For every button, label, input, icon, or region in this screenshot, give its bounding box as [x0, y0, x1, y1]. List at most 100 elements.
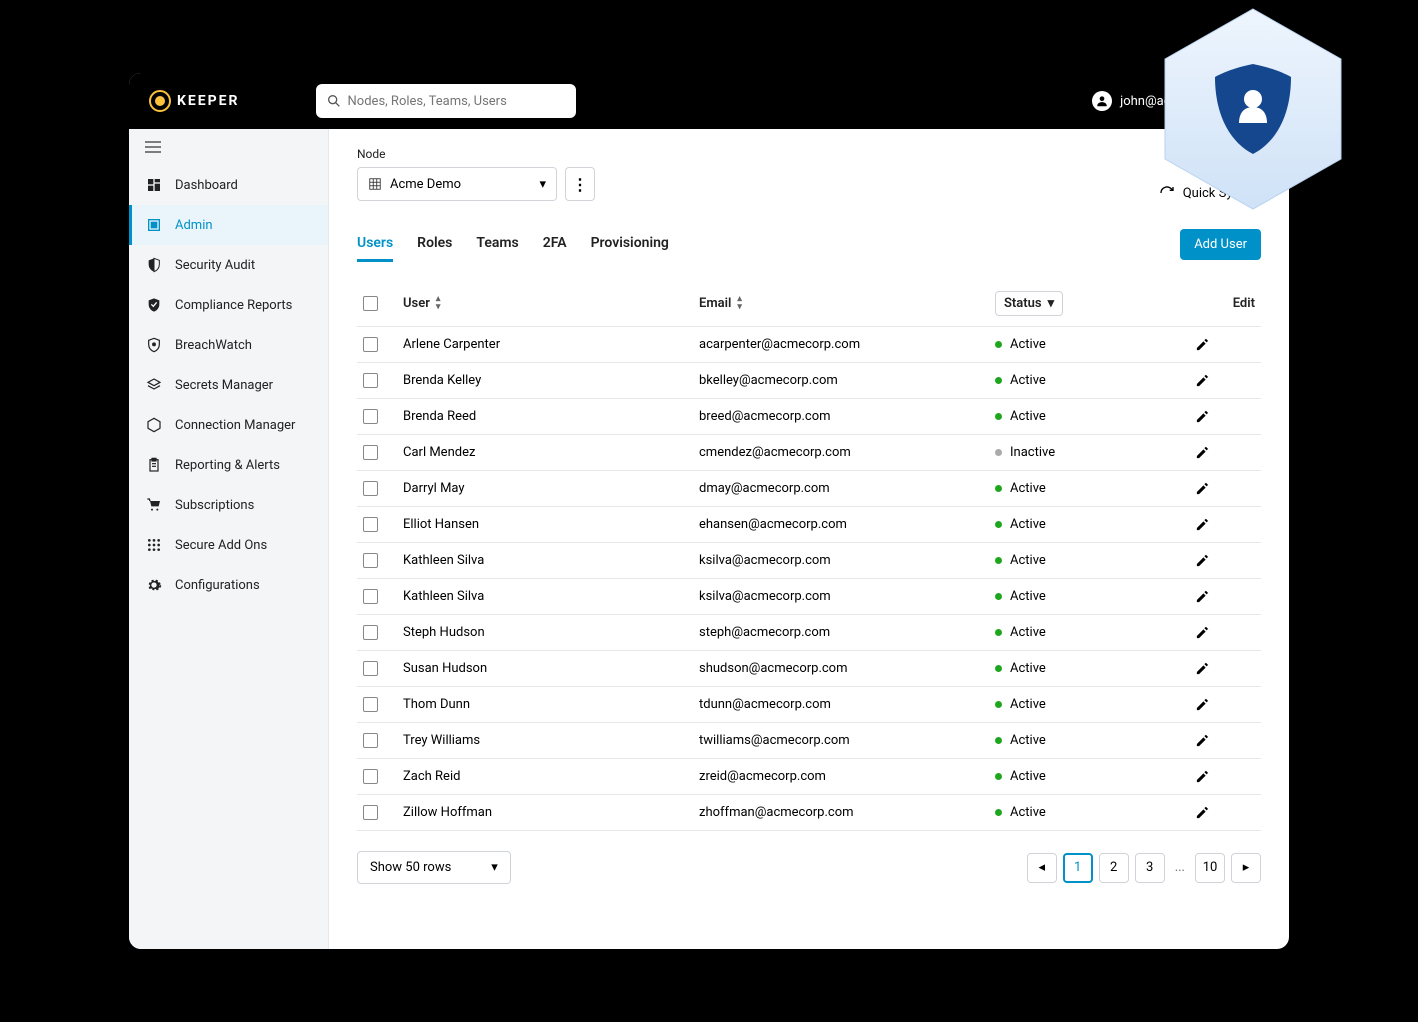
- edit-row-button[interactable]: [1195, 769, 1255, 784]
- rows-per-page-select[interactable]: Show 50 rows ▾: [357, 851, 511, 884]
- row-checkbox[interactable]: [363, 553, 378, 568]
- sidebar-item-reporting-alerts[interactable]: Reporting & Alerts: [129, 445, 328, 485]
- admin-icon: [145, 217, 163, 233]
- edit-row-button[interactable]: [1195, 481, 1255, 496]
- sidebar-item-subscriptions[interactable]: Subscriptions: [129, 485, 328, 525]
- row-checkbox[interactable]: [363, 517, 378, 532]
- cell-status: Active: [995, 373, 1195, 388]
- row-checkbox[interactable]: [363, 589, 378, 604]
- sidebar-item-breachwatch[interactable]: BreachWatch: [129, 325, 328, 365]
- search-input[interactable]: [348, 94, 566, 109]
- table-row: Zach Reidzreid@acmecorp.comActive: [357, 759, 1261, 795]
- node-select[interactable]: Acme Demo ▾: [357, 167, 557, 201]
- row-checkbox[interactable]: [363, 373, 378, 388]
- sort-icon: ▴▾: [737, 296, 742, 310]
- cell-email: zhoffman@acmecorp.com: [699, 805, 995, 820]
- table-row: Kathleen Silvaksilva@acmecorp.comActive: [357, 579, 1261, 615]
- cell-status: Active: [995, 517, 1195, 532]
- row-checkbox[interactable]: [363, 769, 378, 784]
- edit-row-button[interactable]: [1195, 589, 1255, 604]
- tab-provisioning[interactable]: Provisioning: [591, 227, 669, 262]
- page-button-10[interactable]: 10: [1195, 853, 1225, 883]
- cell-user: Carl Mendez: [403, 445, 699, 460]
- sidebar-item-security-audit[interactable]: Security Audit: [129, 245, 328, 285]
- tab-users[interactable]: Users: [357, 227, 393, 262]
- status-dot-icon: [995, 557, 1002, 564]
- page-button-2[interactable]: 2: [1099, 853, 1129, 883]
- row-checkbox[interactable]: [363, 661, 378, 676]
- tab-roles[interactable]: Roles: [417, 227, 452, 262]
- edit-row-button[interactable]: [1195, 445, 1255, 460]
- sidebar-item-label: Security Audit: [175, 258, 255, 273]
- row-checkbox[interactable]: [363, 445, 378, 460]
- cell-user: Thom Dunn: [403, 697, 699, 712]
- cell-user: Brenda Kelley: [403, 373, 699, 388]
- sidebar-item-connection-manager[interactable]: Connection Manager: [129, 405, 328, 445]
- row-checkbox[interactable]: [363, 733, 378, 748]
- status-dot-icon: [995, 341, 1002, 348]
- main-content: Node Acme Demo ▾ ⋮: [329, 129, 1289, 949]
- grid-icon: [145, 537, 163, 553]
- search-icon: [326, 93, 342, 109]
- edit-row-button[interactable]: [1195, 517, 1255, 532]
- cart-icon: [145, 497, 163, 513]
- table-row: Zillow Hoffmanzhoffman@acmecorp.comActiv…: [357, 795, 1261, 831]
- pencil-icon: [1195, 445, 1255, 460]
- edit-row-button[interactable]: [1195, 625, 1255, 640]
- account-menu[interactable]: john@acme-demo.com ▾: [1092, 91, 1269, 111]
- sidebar-item-configurations[interactable]: Configurations: [129, 565, 328, 605]
- col-user[interactable]: User ▴▾: [403, 296, 699, 311]
- col-email[interactable]: Email ▴▾: [699, 296, 995, 311]
- select-all-checkbox[interactable]: [363, 296, 378, 311]
- cell-email: steph@acmecorp.com: [699, 625, 995, 640]
- edit-row-button[interactable]: [1195, 373, 1255, 388]
- hex-icon: [145, 417, 163, 433]
- status-dot-icon: [995, 665, 1002, 672]
- sidebar-item-compliance-reports[interactable]: Compliance Reports: [129, 285, 328, 325]
- row-checkbox[interactable]: [363, 697, 378, 712]
- node-options-button[interactable]: ⋮: [565, 167, 595, 201]
- page-next-button[interactable]: ▸: [1231, 853, 1261, 883]
- pencil-icon: [1195, 409, 1255, 424]
- edit-row-button[interactable]: [1195, 805, 1255, 820]
- status-dot-icon: [995, 629, 1002, 636]
- pencil-icon: [1195, 769, 1255, 784]
- page-prev-button[interactable]: ◂: [1027, 853, 1057, 883]
- page-button-1[interactable]: 1: [1063, 853, 1093, 883]
- edit-row-button[interactable]: [1195, 733, 1255, 748]
- sidebar-item-label: Connection Manager: [175, 418, 295, 433]
- page-button-3[interactable]: 3: [1135, 853, 1165, 883]
- status-dot-icon: [995, 773, 1002, 780]
- pencil-icon: [1195, 805, 1255, 820]
- cell-email: ksilva@acmecorp.com: [699, 589, 995, 604]
- quick-sync-button[interactable]: Quick Sync ▾: [1159, 185, 1261, 201]
- tab-teams[interactable]: Teams: [476, 227, 518, 262]
- tab-2fa[interactable]: 2FA: [543, 227, 567, 262]
- add-user-button[interactable]: Add User: [1180, 229, 1261, 260]
- row-checkbox[interactable]: [363, 625, 378, 640]
- edit-row-button[interactable]: [1195, 409, 1255, 424]
- edit-row-button[interactable]: [1195, 697, 1255, 712]
- sidebar-item-admin[interactable]: Admin: [129, 205, 328, 245]
- edit-row-button[interactable]: [1195, 553, 1255, 568]
- status-dot-icon: [995, 737, 1002, 744]
- row-checkbox[interactable]: [363, 481, 378, 496]
- sidebar-item-dashboard[interactable]: Dashboard: [129, 165, 328, 205]
- table-row: Susan Hudsonshudson@acmecorp.comActive: [357, 651, 1261, 687]
- sidebar-item-secrets-manager[interactable]: Secrets Manager: [129, 365, 328, 405]
- edit-row-button[interactable]: [1195, 337, 1255, 352]
- row-checkbox[interactable]: [363, 409, 378, 424]
- layers-icon: [145, 377, 163, 393]
- status-filter[interactable]: Status ▾: [995, 291, 1063, 316]
- sidebar-item-secure-add-ons[interactable]: Secure Add Ons: [129, 525, 328, 565]
- row-checkbox[interactable]: [363, 337, 378, 352]
- row-checkbox[interactable]: [363, 805, 378, 820]
- search-box[interactable]: [316, 84, 576, 118]
- table-row: Kathleen Silvaksilva@acmecorp.comActive: [357, 543, 1261, 579]
- pencil-icon: [1195, 517, 1255, 532]
- sidebar-item-label: Configurations: [175, 578, 260, 593]
- edit-row-button[interactable]: [1195, 661, 1255, 676]
- pencil-icon: [1195, 337, 1255, 352]
- cell-status: Active: [995, 409, 1195, 424]
- hamburger-button[interactable]: [129, 129, 328, 165]
